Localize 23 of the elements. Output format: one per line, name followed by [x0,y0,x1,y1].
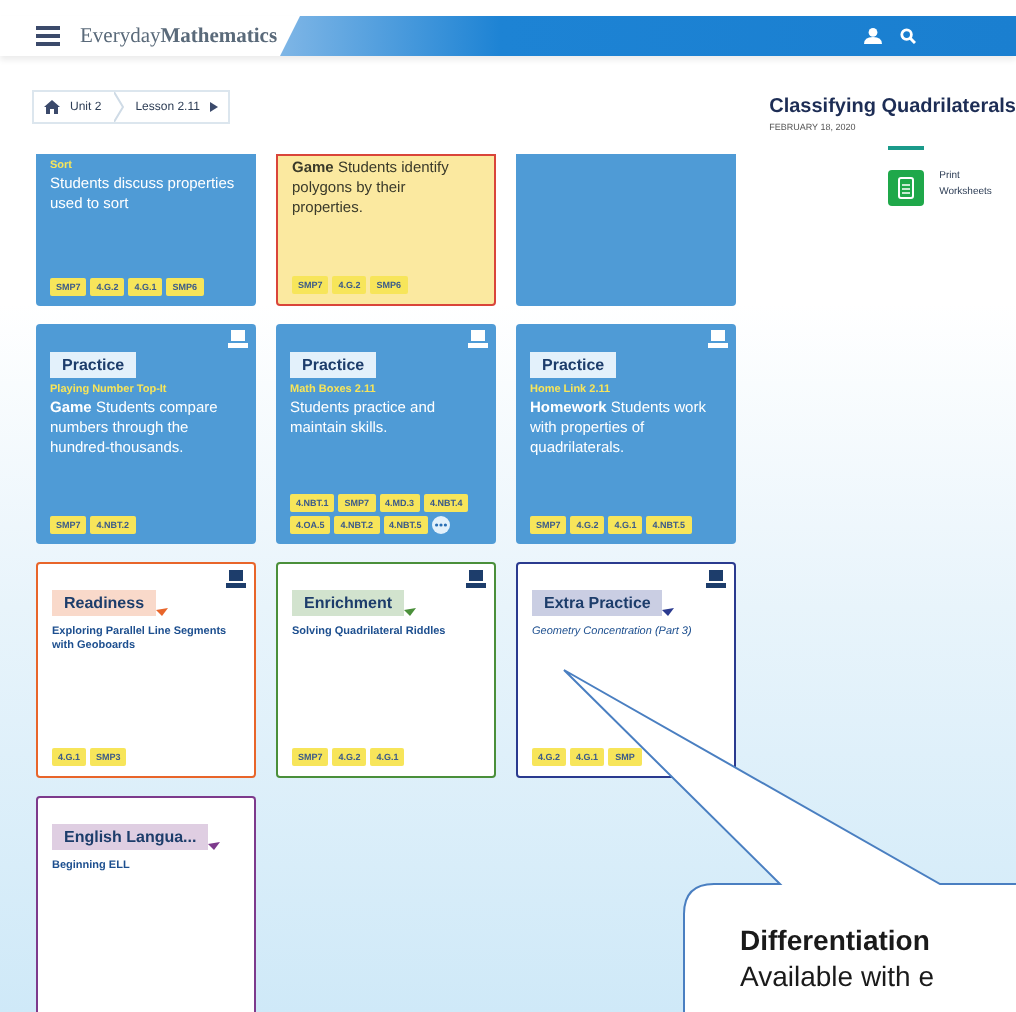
menu-icon[interactable] [36,26,60,46]
flag-icon [156,608,169,616]
callout-title: Differentiation [740,924,932,956]
callout-text: Available with e [740,960,935,992]
more-icon[interactable] [431,516,450,534]
chevron-icon [113,92,124,122]
card-heading: Practice [50,352,137,378]
card-heading: Readiness [52,590,157,616]
card-heading: Extra Practice [532,590,663,616]
card-heading: Practice [290,352,377,378]
flag-icon [404,608,417,616]
card-heading: English Langua... [52,824,209,850]
lesson-title: Classifying Quadrilaterals [769,96,1016,118]
flag-icon [662,608,675,616]
home-icon[interactable] [44,100,60,114]
search-icon[interactable] [900,28,916,44]
logo[interactable]: EverydayMathematics [80,25,278,47]
card-heading: Practice [530,352,617,378]
card-heading: Enrichment [292,590,405,616]
caret-icon[interactable] [209,102,218,112]
document-icon[interactable] [887,170,924,206]
flag-icon [208,842,221,850]
user-icon[interactable] [864,28,882,44]
